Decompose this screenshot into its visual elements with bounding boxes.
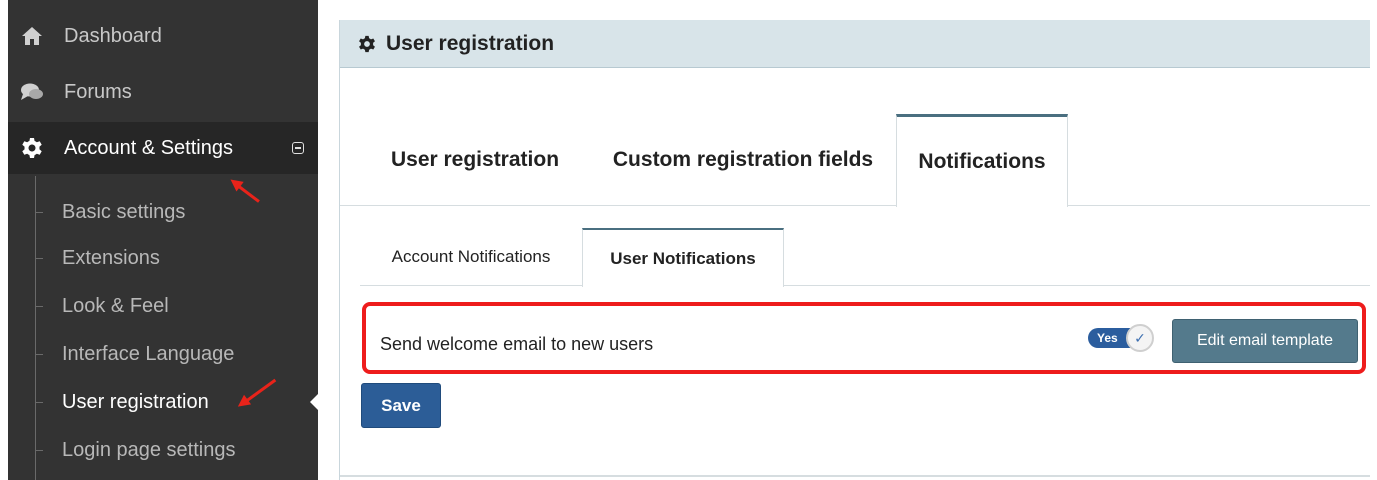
sub-item-user-registration[interactable]: User registration — [8, 378, 318, 426]
tab-user-notifications[interactable]: User Notifications — [582, 228, 784, 287]
collapse-icon[interactable] — [292, 142, 304, 154]
toggle-label: Yes — [1097, 331, 1118, 345]
chat-bubbles-icon — [20, 80, 44, 104]
sub-tab-bar: Account Notifications User Notifications — [360, 228, 1370, 287]
nav-label: Account & Settings — [64, 136, 233, 159]
settings-panel: User registration User registration Cust… — [339, 20, 1377, 480]
sub-item-look-feel[interactable]: Look & Feel — [8, 282, 318, 330]
sub-item-label: Login page settings — [62, 438, 236, 461]
save-button[interactable]: Save — [361, 383, 441, 428]
nav-item-dashboard[interactable]: Dashboard — [8, 10, 318, 62]
sub-item-basic-settings[interactable]: Basic settings — [8, 188, 318, 236]
welcome-email-toggle[interactable]: Yes ✓ — [1088, 324, 1154, 352]
tab-custom-registration-fields[interactable]: Custom registration fields — [590, 114, 896, 206]
divider — [340, 475, 1370, 477]
gear-icon — [20, 136, 44, 160]
sub-item-label: Basic settings — [62, 200, 186, 223]
sidebar: Dashboard Forums Account & Settings Basi… — [8, 0, 318, 480]
tab-user-registration[interactable]: User registration — [360, 114, 590, 206]
sub-item-login-page-settings[interactable]: Login page settings — [8, 426, 318, 474]
nav-label: Dashboard — [64, 24, 162, 47]
page-title: User registration — [386, 31, 555, 55]
nav-item-forums[interactable]: Forums — [8, 66, 318, 118]
nav-item-account-settings[interactable]: Account & Settings — [8, 122, 318, 174]
sub-item-interface-language[interactable]: Interface Language — [8, 330, 318, 378]
gear-icon — [358, 35, 376, 53]
home-icon — [20, 24, 44, 48]
panel-header: User registration — [340, 20, 1370, 68]
main-tab-bar: User registration Custom registration fi… — [340, 114, 1370, 207]
sub-item-extensions[interactable]: Extensions — [8, 234, 318, 282]
setting-label: Send welcome email to new users — [380, 333, 654, 354]
welcome-email-setting-row: Send welcome email to new users Yes ✓ Ed… — [362, 302, 1366, 374]
sub-item-label: Interface Language — [62, 342, 235, 365]
check-icon: ✓ — [1126, 324, 1154, 352]
nav-label: Forums — [64, 80, 132, 103]
edit-email-template-button[interactable]: Edit email template — [1172, 319, 1358, 363]
sub-item-label: Look & Feel — [62, 294, 169, 317]
sub-item-label: Extensions — [62, 246, 160, 269]
tab-account-notifications[interactable]: Account Notifications — [360, 228, 582, 286]
sub-item-label: User registration — [62, 390, 209, 413]
tab-notifications[interactable]: Notifications — [896, 114, 1068, 207]
